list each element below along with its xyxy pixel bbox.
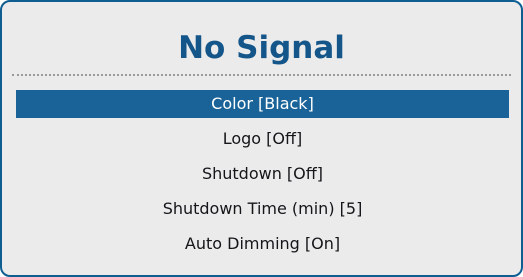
- menu-item-auto-dimming[interactable]: Auto Dimming [On]: [16, 230, 509, 258]
- menu-title: No Signal: [178, 30, 345, 66]
- menu-item-shutdown-time[interactable]: Shutdown Time (min) [5]: [16, 195, 509, 223]
- menu-item-color[interactable]: Color [Black]: [16, 90, 509, 118]
- settings-menu: Color [Black] Logo [Off] Shutdown [Off] …: [16, 90, 509, 265]
- no-signal-menu-panel: No Signal Color [Black] Logo [Off] Shutd…: [0, 0, 523, 277]
- title-divider: [12, 74, 511, 76]
- menu-item-logo[interactable]: Logo [Off]: [16, 125, 509, 153]
- menu-item-shutdown[interactable]: Shutdown [Off]: [16, 160, 509, 188]
